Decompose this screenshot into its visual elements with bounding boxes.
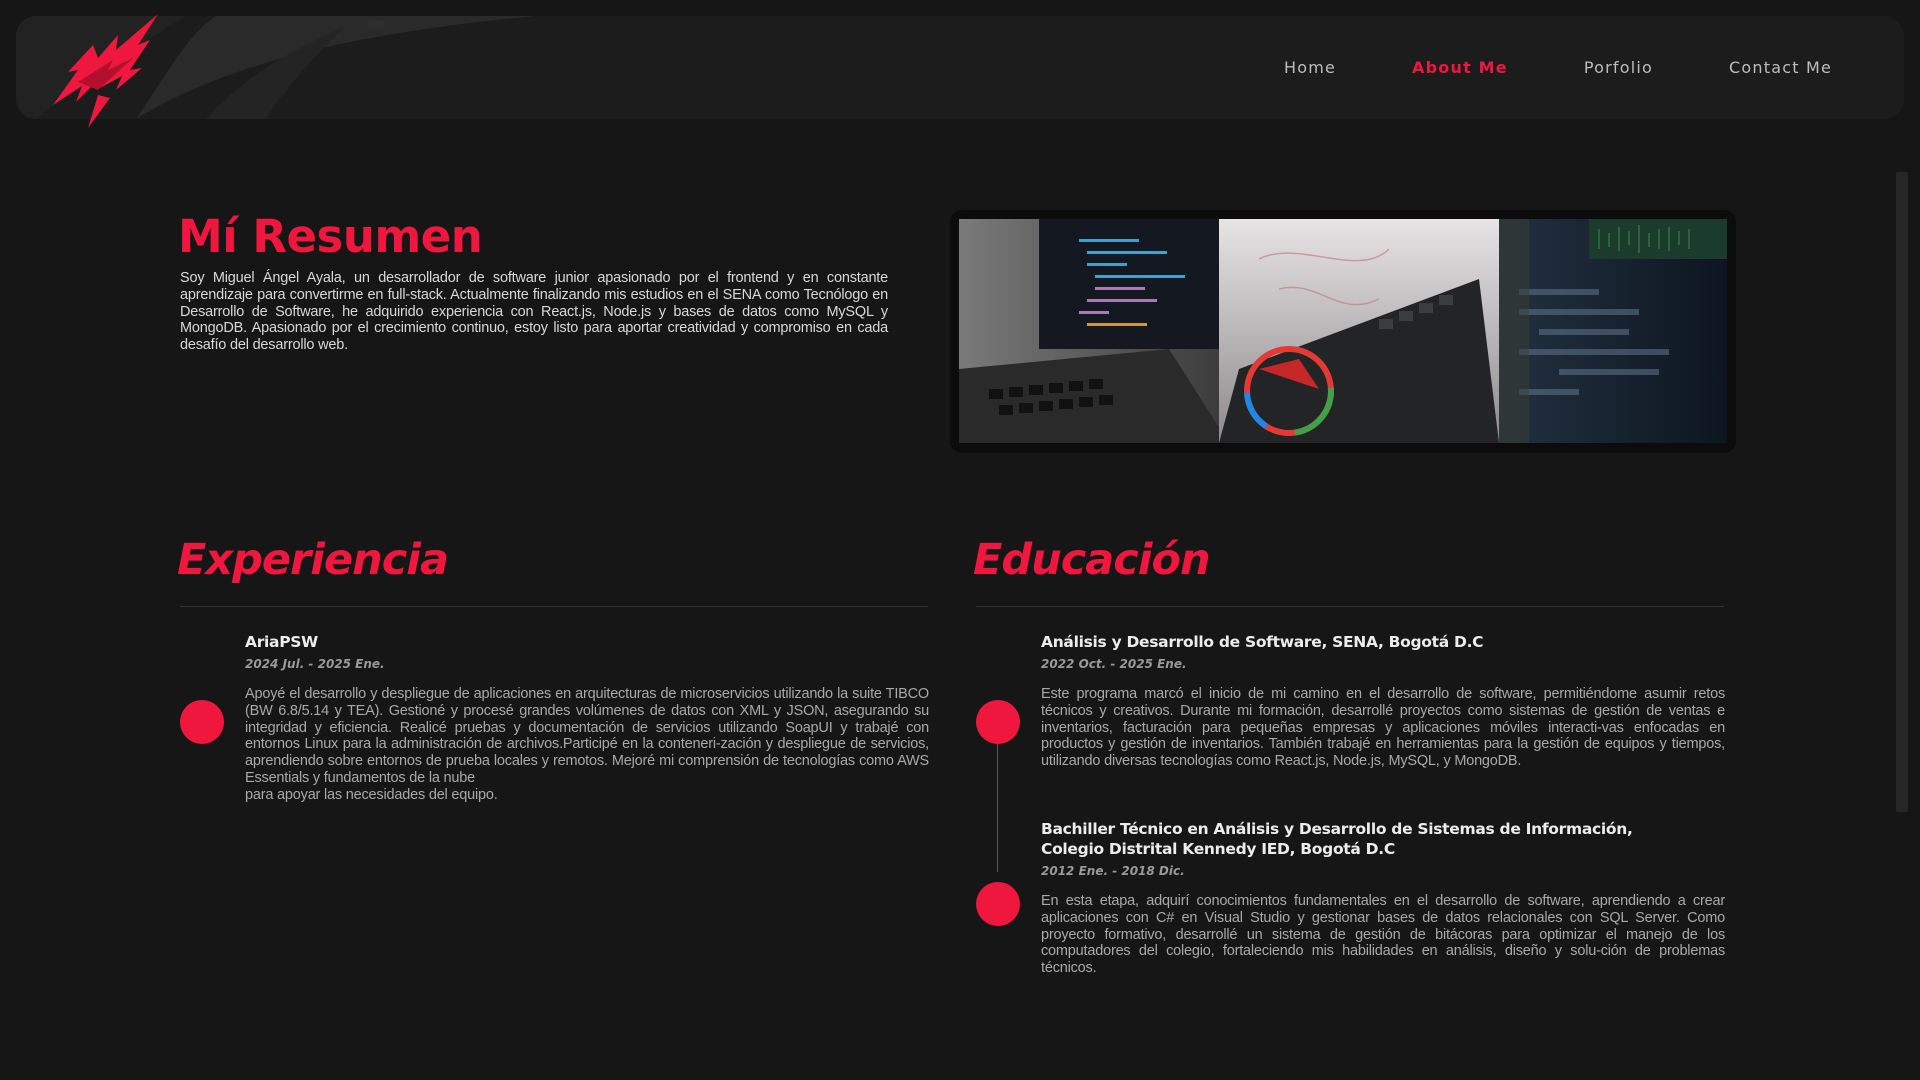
workspace-collage-image [959, 219, 1727, 443]
navbar: Home About Me Porfolio Contact Me [16, 14, 1904, 128]
education-timeline-dot-2 [976, 882, 1020, 926]
hero-image-frame [950, 210, 1736, 453]
experience-divider [180, 606, 928, 607]
education-divider [976, 606, 1724, 607]
education-description-1: Este programa marcó el inicio de mi cami… [1041, 686, 1725, 770]
nav-portfolio[interactable]: Porfolio [1584, 58, 1653, 77]
main-nav: Home About Me Porfolio Contact Me [1284, 16, 1832, 119]
nav-contact-me[interactable]: Contact Me [1729, 58, 1832, 77]
education-title-2: Bachiller Técnico en Análisis y Desarrol… [1041, 820, 1633, 858]
experience-date: 2024 Jul. - 2025 Ene. [245, 657, 385, 671]
logo[interactable] [38, 10, 188, 135]
education-timeline-line [997, 744, 998, 872]
education-description-2: En esta etapa, adquirí conocimientos fun… [1041, 893, 1725, 977]
education-date-2: 2012 Ene. - 2018 Dic. [1041, 864, 1185, 878]
nav-about-me[interactable]: About Me [1412, 58, 1508, 77]
page-scrollbar[interactable] [1896, 172, 1908, 812]
nav-home[interactable]: Home [1284, 58, 1336, 77]
education-title: Educación [973, 535, 1211, 585]
education-title-1: Análisis y Desarrollo de Software, SENA,… [1041, 633, 1484, 651]
logo-mark-icon [53, 14, 158, 128]
education-date-1: 2022 Oct. - 2025 Ene. [1041, 657, 1187, 671]
education-entry-1: Análisis y Desarrollo de Software, SENA,… [1041, 632, 1725, 770]
experience-title: Experiencia [177, 535, 449, 585]
summary-text: Soy Miguel Ángel Ayala, un desarrollador… [180, 270, 888, 354]
experience-company: AriaPSW [245, 633, 318, 651]
summary-title: Mí Resumen [178, 210, 483, 263]
experience-description: Apoyé el desarrollo y despliegue de apli… [245, 686, 929, 803]
education-timeline-dot-1 [976, 700, 1020, 744]
experience-entry: AriaPSW 2024 Jul. - 2025 Ene. Apoyé el d… [245, 632, 929, 804]
experience-timeline-dot [180, 700, 224, 744]
education-entry-2: Bachiller Técnico en Análisis y Desarrol… [1041, 819, 1725, 977]
